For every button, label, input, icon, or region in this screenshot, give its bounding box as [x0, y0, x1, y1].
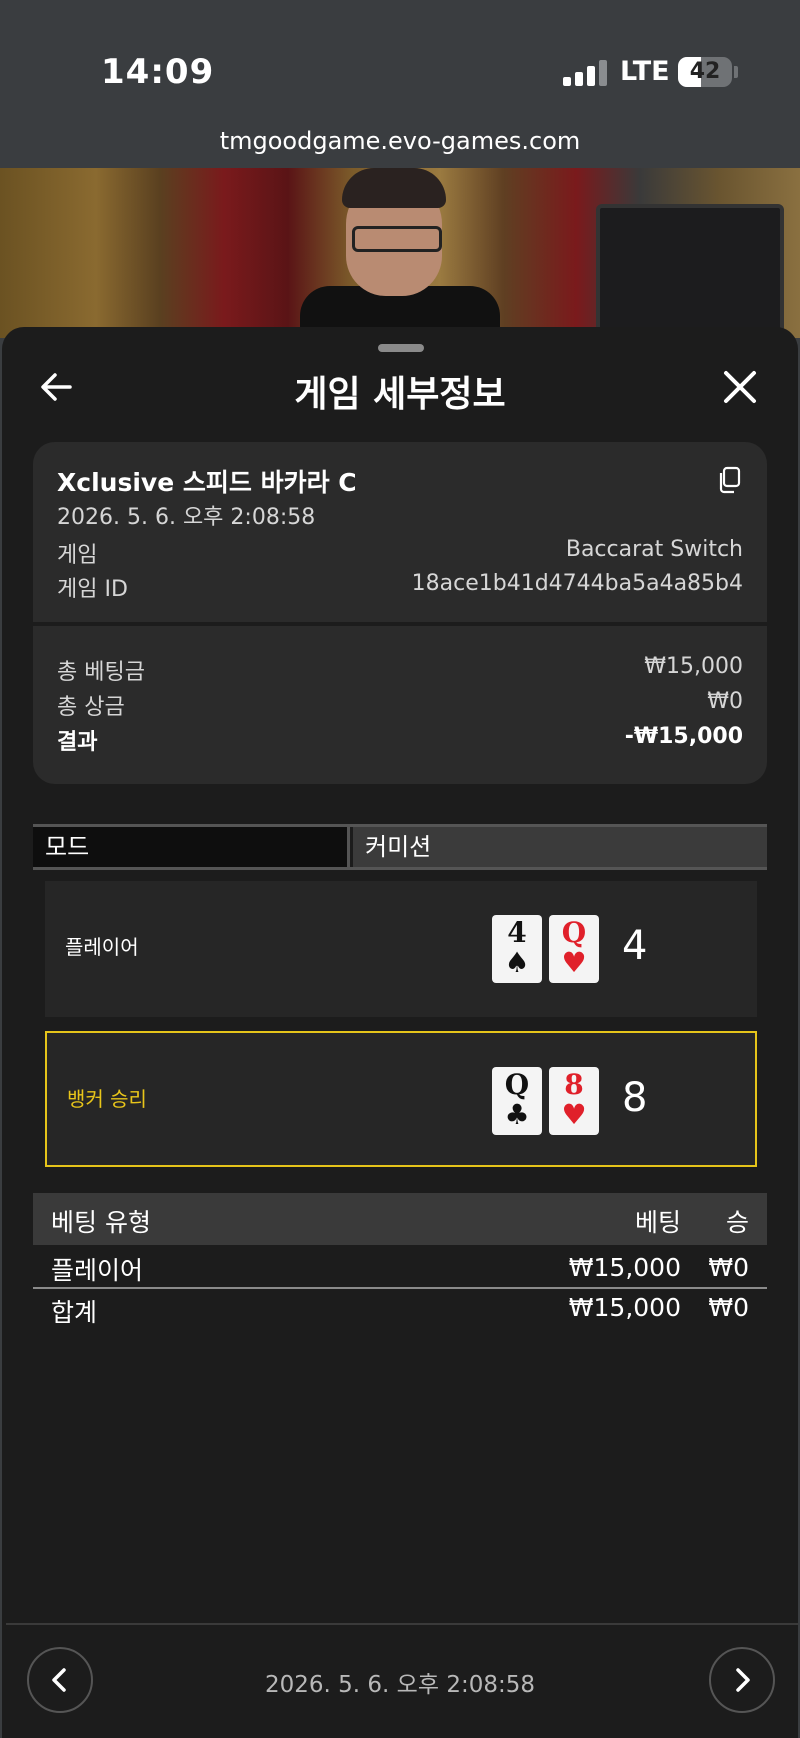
- hand-score: 8: [622, 1075, 648, 1121]
- close-icon: [724, 371, 756, 403]
- bet-type: 플레이어: [51, 1256, 144, 1285]
- total-win-amount: ₩0: [708, 1293, 749, 1322]
- mode-tabs: 모드 커미션: [33, 824, 767, 870]
- dealer-hair: [342, 168, 446, 208]
- card-rank: Q: [561, 916, 587, 949]
- total-label: 총 베팅금: [57, 660, 145, 685]
- card-divider: [33, 622, 767, 626]
- card-rank: Q: [504, 1068, 530, 1101]
- hand-label: 플레이어: [65, 935, 139, 959]
- info-label: 게임: [57, 543, 98, 568]
- signal-icon: [563, 60, 607, 86]
- sheet-title: 게임 세부정보: [294, 374, 506, 415]
- game-details-sheet: 게임 세부정보 Xclusive 스피드 바카라 C 2026. 5. 6. 오…: [2, 327, 798, 1738]
- playing-card: 8 ♥: [549, 1067, 599, 1135]
- total-value: ₩0: [707, 689, 743, 714]
- card-rank: 4: [507, 916, 527, 949]
- tab-mode[interactable]: 모드: [33, 827, 350, 867]
- status-bar: 14:09 LTE 42 tmgoodgame.evo-games.com: [0, 0, 800, 155]
- close-button[interactable]: [720, 367, 760, 407]
- table-total-row: 합계 ₩15,000 ₩0: [33, 1293, 767, 1335]
- copy-icon[interactable]: [717, 466, 741, 494]
- total-bet-row: 총 베팅금 ₩15,000: [57, 654, 743, 686]
- result-row: 결과 -₩15,000: [57, 724, 743, 756]
- banker-hand: 뱅커 승리 Q ♣ 8 ♥ 8: [45, 1031, 757, 1167]
- table-row: 플레이어 ₩15,000 ₩0: [33, 1249, 767, 1291]
- hand-score: 4: [622, 923, 648, 969]
- header-win: 승: [725, 1208, 749, 1237]
- hand-label: 뱅커 승리: [67, 1087, 147, 1111]
- total-type: 합계: [51, 1298, 98, 1327]
- network-label: LTE: [620, 56, 670, 87]
- next-round-button[interactable]: [709, 1647, 775, 1713]
- game-name: Xclusive 스피드 바카라 C: [57, 468, 357, 497]
- club-icon: ♣: [504, 1098, 530, 1131]
- total-label: 총 상금: [57, 695, 125, 720]
- battery-tip: [734, 66, 738, 78]
- info-row-game-id: 게임 ID 18ace1b41d4744ba5a4a85b4: [57, 571, 743, 603]
- playing-card: Q ♣: [492, 1067, 542, 1135]
- playing-card: Q ♥: [549, 915, 599, 983]
- game-datetime: 2026. 5. 6. 오후 2:08:58: [57, 505, 316, 530]
- info-row-game: 게임 Baccarat Switch: [57, 537, 743, 569]
- info-label: 게임 ID: [57, 577, 128, 602]
- info-value: 18ace1b41d4744ba5a4a85b4: [411, 571, 743, 596]
- spade-icon: ♠: [504, 946, 530, 979]
- bet-amount: ₩15,000: [568, 1253, 681, 1282]
- result-label: 결과: [57, 730, 98, 755]
- player-hand: 플레이어 4 ♠ Q ♥ 4: [45, 881, 757, 1017]
- info-value: Baccarat Switch: [565, 537, 743, 562]
- address-bar[interactable]: tmgoodgame.evo-games.com: [0, 127, 800, 155]
- bet-table-header: 베팅 유형 베팅 승: [33, 1193, 767, 1245]
- header-bet: 베팅: [634, 1208, 681, 1237]
- live-video: [0, 168, 800, 338]
- battery-icon: 42: [678, 57, 732, 87]
- total-bet-amount: ₩15,000: [568, 1293, 681, 1322]
- sheet-drag-handle[interactable]: [378, 344, 424, 352]
- heart-icon: ♥: [561, 946, 587, 979]
- battery-level: 42: [689, 59, 721, 84]
- studio-monitor: [596, 204, 784, 338]
- total-value: ₩15,000: [644, 654, 743, 679]
- result-value: -₩15,000: [624, 724, 743, 749]
- footer-datetime: 2026. 5. 6. 오후 2:08:58: [265, 1672, 535, 1698]
- dealer-glasses: [352, 226, 442, 252]
- status-time: 14:09: [101, 52, 215, 92]
- card-rank: 8: [564, 1068, 584, 1101]
- header-bet-type: 베팅 유형: [51, 1208, 151, 1237]
- footer-divider: [6, 1623, 798, 1625]
- playing-card: 4 ♠: [492, 915, 542, 983]
- heart-icon: ♥: [561, 1098, 587, 1131]
- win-amount: ₩0: [708, 1253, 749, 1282]
- tab-commission[interactable]: 커미션: [353, 827, 767, 867]
- total-win-row: 총 상금 ₩0: [57, 689, 743, 721]
- chevron-right-icon: [736, 1668, 750, 1692]
- table-divider: [33, 1287, 767, 1289]
- game-info-card: Xclusive 스피드 바카라 C 2026. 5. 6. 오후 2:08:5…: [33, 442, 767, 784]
